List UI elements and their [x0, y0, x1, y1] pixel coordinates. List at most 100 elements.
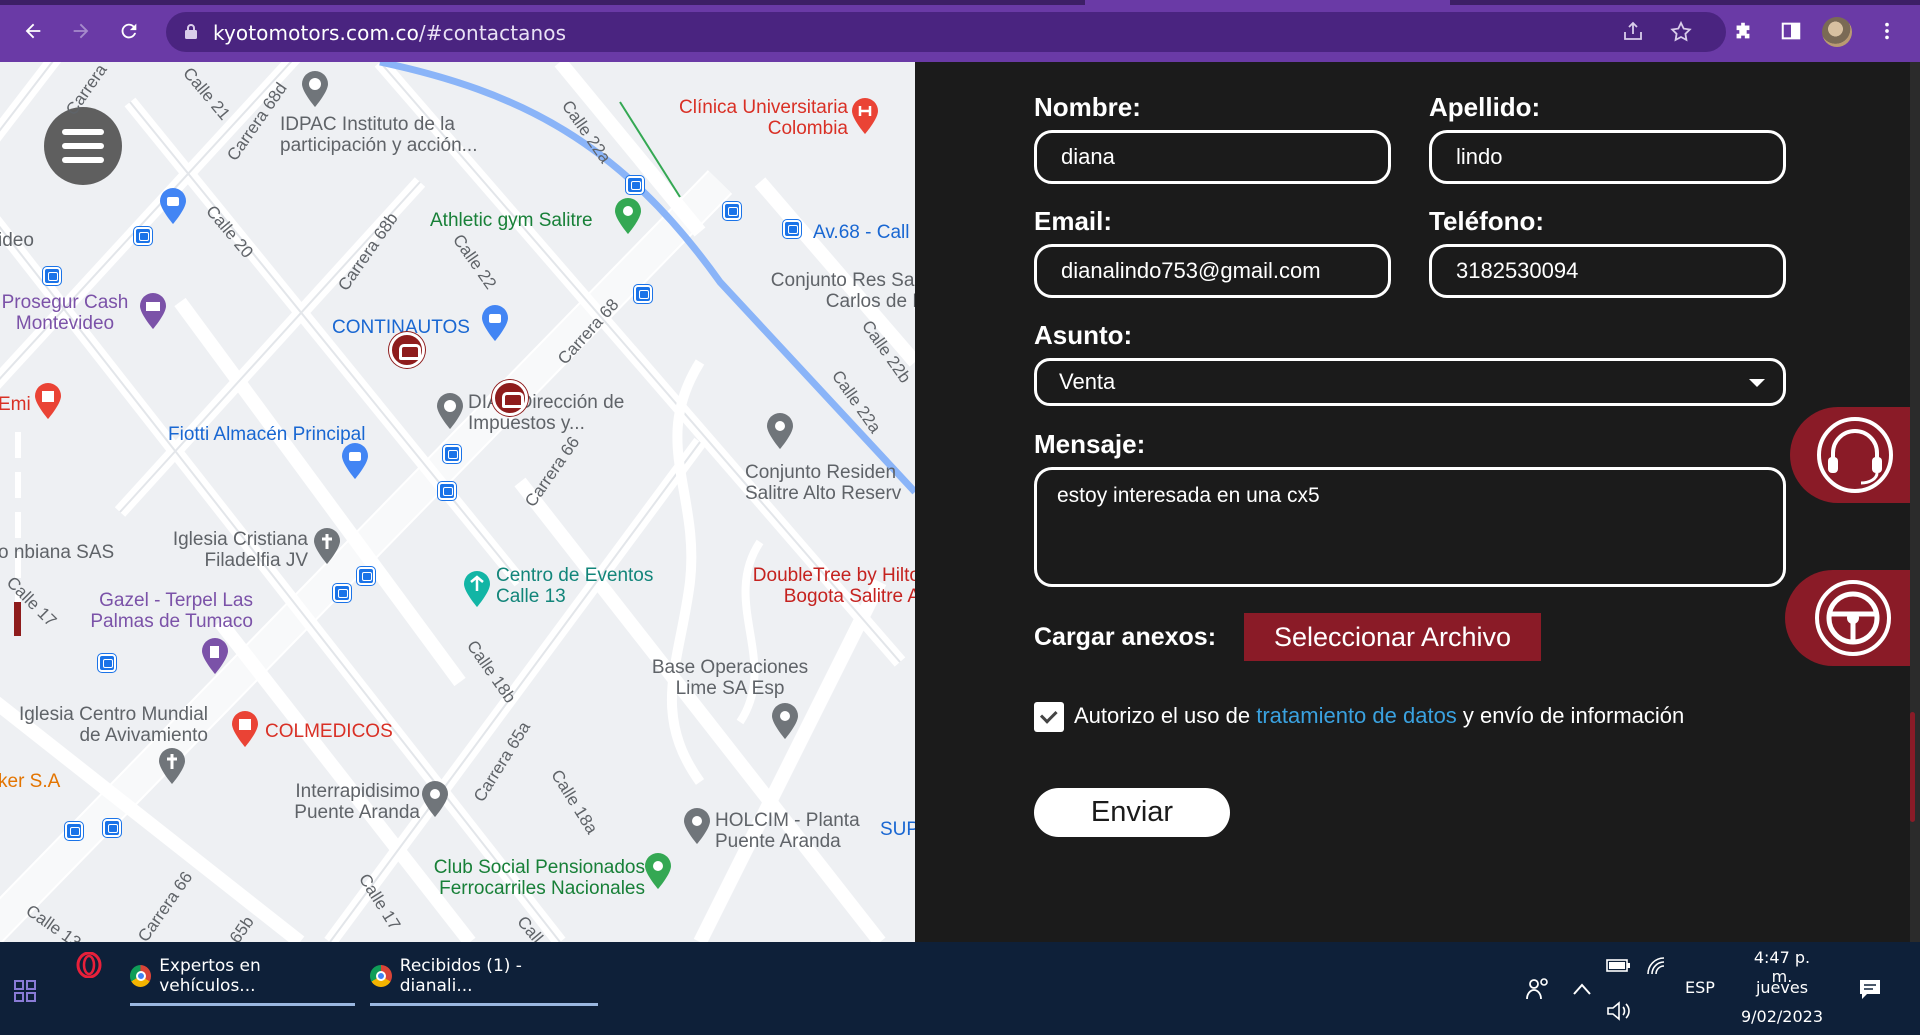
chevron-up-icon[interactable] [1572, 982, 1592, 996]
language-indicator[interactable]: ESP [1685, 978, 1715, 997]
museum-pin-icon[interactable] [300, 70, 330, 108]
support-float-button[interactable] [1790, 407, 1920, 503]
nombre-label: Nombre: [1034, 92, 1141, 122]
car-dealer-pin-icon[interactable] [389, 332, 425, 368]
bus-stop-icon[interactable] [626, 176, 644, 194]
bus-stop-icon[interactable] [783, 220, 801, 238]
place-label[interactable]: Centro de Eventos Calle 13 [496, 565, 666, 607]
avatar[interactable] [1822, 17, 1852, 47]
place-label[interactable]: Iglesia Cristiana Filadelfia JV [148, 529, 308, 571]
place-label[interactable]: Emi [0, 394, 31, 415]
place-label[interactable]: HOLCIM - Planta Puente Aranda [715, 810, 875, 852]
scrollbar-thumb[interactable] [1910, 712, 1915, 822]
gas-station-pin-icon[interactable] [200, 637, 230, 675]
notification-icon[interactable] [1858, 978, 1882, 1000]
task-view-icon[interactable] [14, 980, 36, 1002]
shopping-pin-icon[interactable] [480, 304, 510, 342]
place-label[interactable]: Clínica Universitaria Colombia [658, 97, 848, 139]
map[interactable]: Carrera Calle 21 Carrera 68d Calle 22a C… [0, 62, 915, 942]
bus-stop-icon[interactable] [134, 227, 152, 245]
place-label[interactable]: DoubleTree by Hilto Bogota Salitre A [725, 565, 915, 607]
car-dealer-pin-icon[interactable] [492, 380, 528, 416]
place-label[interactable]: SUP [880, 819, 915, 840]
atm-pin-icon[interactable] [138, 292, 168, 330]
place-label[interactable]: Athletic gym Salitre [430, 210, 593, 231]
place-label[interactable]: Fiotti Almacén Principal [168, 424, 365, 445]
shopping-pin-icon[interactable] [340, 442, 370, 480]
bus-stop-icon[interactable] [103, 819, 121, 837]
place-label[interactable]: Iglesia Centro Mundial de Avivamiento [0, 704, 208, 746]
share-icon[interactable] [1621, 20, 1645, 44]
hamburger-menu-button[interactable] [44, 107, 122, 185]
sidepanel-icon[interactable] [1776, 16, 1806, 46]
consent-checkbox[interactable] [1034, 702, 1064, 732]
place-label[interactable]: IDPAC Instituto de la participación y ac… [280, 114, 510, 156]
bus-stop-icon[interactable] [438, 482, 456, 500]
clock-date[interactable]: 9/02/2023 [1734, 1007, 1830, 1026]
forward-icon[interactable] [66, 16, 96, 46]
place-label[interactable]: Conjunto Res San Carlos de B [765, 270, 915, 312]
park-pin-icon[interactable] [643, 852, 673, 890]
place-pin-icon[interactable] [765, 412, 795, 450]
gym-pin-icon[interactable] [613, 197, 643, 235]
church-pin-icon[interactable] [312, 527, 342, 565]
place-label[interactable]: ker S.A [0, 771, 60, 792]
back-icon[interactable] [18, 16, 48, 46]
venue-pin-icon[interactable] [462, 570, 492, 608]
place-label[interactable]: Av.68 - Call [813, 222, 909, 243]
place-label[interactable]: Base Operaciones Lime SA Esp [640, 657, 820, 699]
select-file-button[interactable]: Seleccionar Archivo [1244, 613, 1541, 661]
bus-stop-icon[interactable] [98, 654, 116, 672]
place-label[interactable]: Club Social Pensionados Ferrocarriles Na… [405, 857, 645, 899]
test-drive-float-button[interactable] [1785, 570, 1920, 666]
star-icon[interactable] [1669, 20, 1693, 44]
place-pin-icon[interactable] [770, 702, 800, 740]
hospital-pin-icon[interactable] [850, 97, 880, 135]
apellido-field[interactable]: lindo [1429, 130, 1786, 184]
place-label[interactable]: Conjunto Residen Salitre Alto Reserv [745, 462, 915, 504]
place-pin-icon[interactable] [682, 807, 712, 845]
bus-stop-icon[interactable] [634, 285, 652, 303]
opera-icon[interactable] [76, 952, 102, 978]
bus-stop-icon[interactable] [65, 822, 83, 840]
bus-stop-icon[interactable] [43, 267, 61, 285]
place-pin-icon[interactable] [420, 780, 450, 818]
bus-stop-icon[interactable] [357, 567, 375, 585]
privacy-policy-link[interactable]: tratamiento de datos [1256, 703, 1457, 728]
place-label[interactable]: Interrapidisimo Puente Aranda [270, 781, 420, 823]
nombre-field[interactable]: diana [1034, 130, 1391, 184]
mensaje-textarea[interactable]: estoy interesada en una cx5 [1034, 467, 1786, 587]
people-icon[interactable] [1525, 977, 1551, 1001]
asunto-select[interactable]: Venta [1034, 358, 1786, 406]
government-pin-icon[interactable] [435, 392, 465, 430]
volume-icon[interactable] [1606, 1000, 1632, 1022]
bus-stop-icon[interactable] [723, 202, 741, 220]
taskbar-item-chrome-2[interactable]: Recibidos (1) - dianali... [370, 952, 598, 1006]
bus-stop-icon[interactable] [443, 445, 461, 463]
url-text[interactable]: kyotomotors.com.co/#contactanos [213, 21, 566, 45]
extensions-icon[interactable] [1728, 16, 1758, 46]
telefono-field[interactable]: 3182530094 [1429, 244, 1786, 298]
place-label[interactable]: o nbiana SAS [0, 542, 114, 563]
task-label: Recibidos (1) - dianali... [399, 956, 522, 996]
address-bar[interactable]: kyotomotors.com.co/#contactanos [166, 12, 1726, 52]
email-field[interactable]: dianalindo753@gmail.com [1034, 244, 1391, 298]
church-pin-icon[interactable] [157, 747, 187, 785]
taskbar-item-chrome-1[interactable]: Expertos en vehículos... [130, 952, 355, 1006]
submit-button[interactable]: Enviar [1034, 788, 1230, 837]
shopping-pin-icon[interactable] [158, 187, 188, 225]
place-label[interactable]: Gazel - Terpel Las Palmas de Tumaco [68, 590, 253, 632]
place-label[interactable]: Prosegur Cash Montevideo [0, 292, 135, 334]
hospital-pin-icon[interactable] [33, 382, 63, 420]
consent-text: Autorizo el uso de tratamiento de datos … [1074, 703, 1684, 729]
reload-icon[interactable] [114, 16, 144, 46]
bus-stop-icon[interactable] [333, 584, 351, 602]
place-label[interactable]: ideo [0, 230, 34, 251]
clock-day[interactable]: jueves [1742, 978, 1822, 997]
battery-icon[interactable] [1606, 956, 1632, 974]
wifi-icon[interactable] [1646, 956, 1668, 976]
place-label[interactable]: COLMEDICOS [265, 721, 393, 742]
lock-icon[interactable] [184, 23, 198, 39]
more-icon[interactable] [1872, 16, 1902, 46]
hospital-pin-icon[interactable] [230, 710, 260, 748]
